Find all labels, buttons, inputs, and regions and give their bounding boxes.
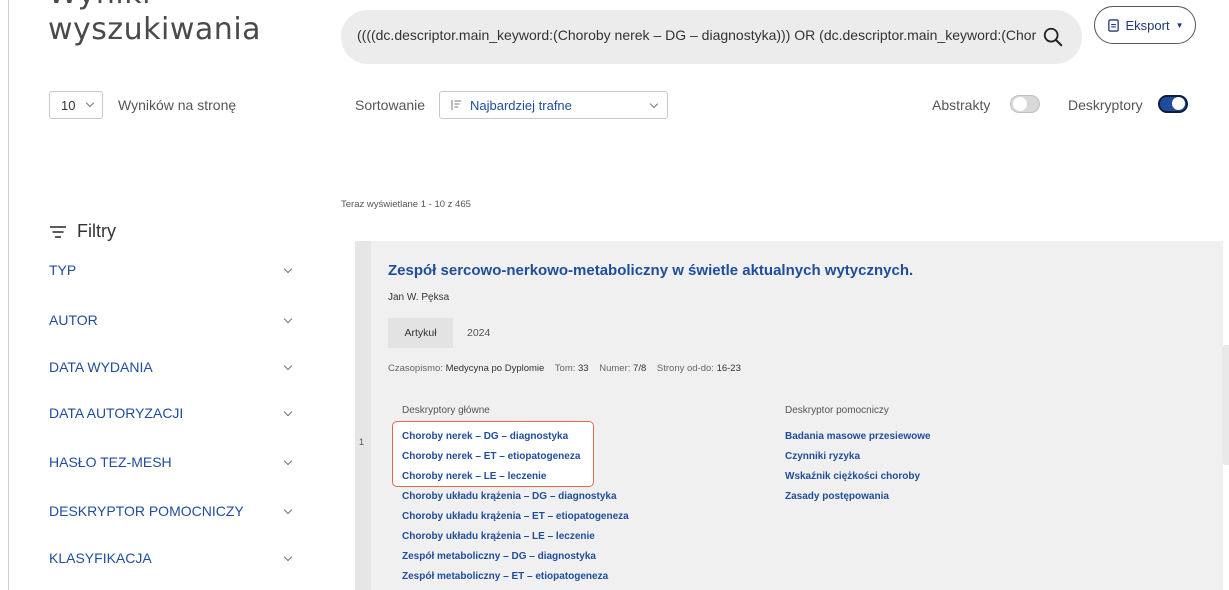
descriptors-toggle[interactable] [1158, 95, 1188, 113]
filter-authorization-date[interactable]: DATA AUTORYZACJI [49, 401, 295, 425]
filter-label: AUTOR [49, 312, 98, 328]
results-count-status: Teraz wyświetlane 1 - 10 z 465 [341, 199, 471, 210]
result-year: 2024 [467, 327, 491, 339]
filter-type[interactable]: TYP [49, 258, 295, 282]
result-author: Jan W. Pęksa [388, 292, 450, 303]
result-card-strip [355, 241, 371, 590]
export-button[interactable]: Eksport ▼ [1094, 6, 1196, 44]
descriptors-toggle-label: Deskryptory [1068, 97, 1143, 113]
aux-descriptor-link[interactable]: Wskaźnik ciężkości choroby [785, 467, 931, 487]
page-title-container: Wyniki wyszukiwania [48, 0, 308, 50]
chevron-down-icon [283, 314, 293, 323]
main-descriptor-link[interactable]: Choroby nerek – DG – diagnostyka [402, 427, 629, 447]
journal-value: Medycyna po Dyplomie [445, 363, 545, 374]
aux-descriptor-link[interactable]: Badania masowe przesiewowe [785, 427, 931, 447]
filter-label: DATA AUTORYZACJI [49, 405, 184, 421]
issue-label: Numer: [599, 363, 631, 374]
filter-publication-date[interactable]: DATA WYDANIA [49, 355, 295, 379]
filter-icon [50, 225, 66, 238]
main-descriptors-heading: Deskryptory główne [402, 405, 490, 416]
sort-label: Sortowanie [355, 97, 426, 113]
chevron-down-icon [649, 99, 659, 109]
chevron-down-icon [283, 407, 293, 416]
result-title-link[interactable]: Zespół sercowo-nerkowo-metaboliczny w św… [388, 262, 913, 279]
search-bar[interactable]: ((((dc.descriptor.main_keyword:(Choroby … [341, 10, 1082, 64]
file-export-icon [1107, 18, 1119, 32]
filter-classification[interactable]: KLASYFIKACJA [49, 546, 295, 570]
pages-label: Strony od-do: [656, 363, 714, 374]
result-card: 1 Zespół sercowo-nerkowo-metaboliczny w … [355, 241, 1223, 590]
chevron-down-icon [86, 98, 95, 108]
main-descriptors-list: Choroby nerek – DG – diagnostyka Choroby… [402, 427, 629, 587]
main-descriptor-link[interactable]: Choroby układu krążenia – ET – etiopatog… [402, 507, 629, 527]
page-frame-edge [8, 0, 9, 590]
search-input[interactable]: ((((dc.descriptor.main_keyword:(Choroby … [357, 27, 1037, 43]
issue-value: 7/8 [633, 363, 647, 374]
pages-value: 16-23 [716, 363, 741, 374]
chevron-down-icon [283, 505, 293, 514]
toggle-knob [1013, 97, 1027, 111]
sort-select[interactable]: Najbardziej trafne [439, 91, 668, 119]
caret-down-icon: ▼ [1175, 20, 1184, 30]
aux-descriptor-link[interactable]: Zasady postępowania [785, 487, 931, 507]
sort-value: Najbardziej trafne [470, 97, 572, 113]
chevron-down-icon [283, 552, 293, 561]
result-type-badge: Artykuł [388, 318, 453, 348]
sort-icon [451, 100, 461, 110]
main-descriptor-link[interactable]: Choroby układu krążenia – LE – leczenie [402, 527, 629, 547]
aux-descriptors-heading: Deskryptor pomocniczy [785, 405, 889, 416]
aux-descriptors-list: Badania masowe przesiewowe Czynniki ryzy… [785, 427, 931, 507]
chevron-down-icon [283, 361, 293, 370]
main-descriptor-link[interactable]: Zespół metaboliczny – ET – etiopatogenez… [402, 567, 629, 587]
search-icon[interactable] [1042, 26, 1064, 48]
main-descriptor-link[interactable]: Choroby układu krążenia – DG – diagnosty… [402, 487, 629, 507]
journal-label: Czasopismo: [388, 363, 443, 374]
page-title-text: wyszukiwania [48, 12, 262, 47]
filter-label: TYP [49, 262, 77, 278]
per-page-value: 10 [61, 97, 76, 113]
filter-label: DESKRYPTOR POMOCNICZY [49, 503, 244, 519]
scroll-handle[interactable] [1222, 345, 1229, 465]
per-page-label: Wyników na stronę [118, 97, 237, 113]
filter-label: DATA WYDANIA [49, 359, 153, 375]
per-page-select[interactable]: 10 [49, 91, 103, 119]
filters-title: Filtry [77, 221, 116, 241]
export-button-label: Eksport [1125, 17, 1170, 33]
page-title: Wyniki wyszukiwania [48, 0, 261, 48]
aux-descriptor-link[interactable]: Czynniki ryzyka [785, 447, 931, 467]
volume-label: Tom: [554, 363, 576, 374]
filter-label: HASŁO TEZ-MESH [49, 454, 172, 470]
chevron-down-icon [283, 264, 293, 273]
chevron-down-icon [283, 456, 293, 465]
filter-author[interactable]: AUTOR [49, 308, 295, 332]
filter-label: KLASYFIKACJA [49, 550, 152, 566]
result-meta: Czasopismo: Medycyna po Dyplomie Tom: 33… [388, 363, 741, 374]
filter-aux-descriptor[interactable]: DESKRYPTOR POMOCNICZY [49, 499, 295, 523]
volume-value: 33 [578, 363, 589, 374]
result-number: 1 [359, 437, 365, 447]
filter-tez-mesh[interactable]: HASŁO TEZ-MESH [49, 450, 295, 474]
main-descriptor-link[interactable]: Choroby nerek – ET – etiopatogeneza [402, 447, 629, 467]
abstracts-toggle[interactable] [1010, 95, 1040, 113]
main-descriptor-link[interactable]: Zespół metaboliczny – DG – diagnostyka [402, 547, 629, 567]
abstracts-toggle-label: Abstrakty [932, 97, 991, 113]
filters-heading: Filtry [49, 221, 116, 242]
toggle-knob [1172, 97, 1185, 110]
main-descriptor-link[interactable]: Choroby nerek – LE – leczenie [402, 467, 629, 487]
page-title-cut-line: Wyniki [48, 0, 261, 12]
